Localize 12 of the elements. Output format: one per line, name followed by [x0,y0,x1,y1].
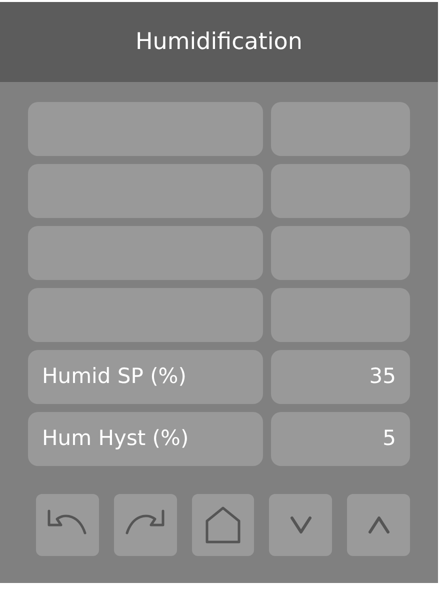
parameter-label: Hum Hyst (%) [28,412,263,466]
value-field[interactable]: 5 [270,412,410,466]
forward-button[interactable] [114,494,177,556]
down-button[interactable] [269,494,332,556]
home-button[interactable] [192,494,254,556]
value-field[interactable]: 35 [270,350,410,404]
back-button[interactable] [36,494,99,556]
chevron-up-icon [368,516,390,534]
window-title: Humidification [136,28,302,57]
chevron-down-icon [290,516,312,534]
parameter-label: Humid SP (%) [28,350,263,404]
up-button[interactable] [347,494,410,556]
